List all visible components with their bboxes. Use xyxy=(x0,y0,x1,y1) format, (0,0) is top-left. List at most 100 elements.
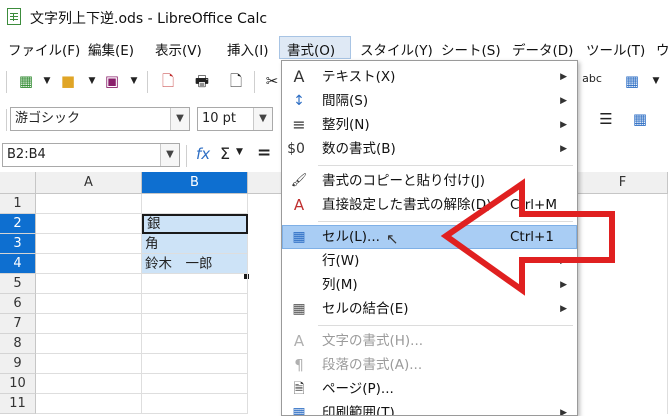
new-spreadsheet-icon[interactable]: ▦ xyxy=(16,71,36,91)
cell-b1[interactable] xyxy=(142,194,248,214)
cell-a2[interactable] xyxy=(36,214,142,234)
menu-view[interactable]: 表示(V) xyxy=(155,39,202,59)
calc-app-icon xyxy=(7,8,21,25)
row-header-5[interactable]: 5 xyxy=(0,274,36,294)
cell-b2[interactable]: 銀 xyxy=(142,214,248,234)
cell-a8[interactable] xyxy=(36,334,142,354)
font-name-value: 游ゴシック xyxy=(15,111,81,126)
row-column-icon[interactable]: ▦ xyxy=(622,71,642,91)
align-top-icon[interactable]: ☰ xyxy=(596,109,616,129)
menu-item-label: 行(W) xyxy=(322,253,360,269)
cell-b5[interactable] xyxy=(142,274,248,294)
menu-styles[interactable]: スタイル(Y) xyxy=(360,39,433,59)
menu-data[interactable]: データ(D) xyxy=(512,39,573,59)
dropdown-arrow-icon[interactable]: ▼ xyxy=(82,71,102,91)
column-header-b[interactable]: B xyxy=(142,172,248,194)
cell-a5[interactable] xyxy=(36,274,142,294)
menu-bar: ファイル(F) 編集(E) 表示(V) 挿入(I) 書式(O) スタイル(Y) … xyxy=(0,36,668,60)
save-icon[interactable]: ▣ xyxy=(102,71,122,91)
font-size-combo[interactable]: 10 pt ▼ xyxy=(197,107,273,131)
select-all-corner[interactable] xyxy=(0,172,36,194)
row-header-3[interactable]: 3 xyxy=(0,234,36,254)
spacing-icon: ↕ xyxy=(293,93,305,109)
row-header-10[interactable]: 10 xyxy=(0,374,36,394)
chevron-down-icon[interactable]: ▼ xyxy=(236,147,243,157)
menu-edit[interactable]: 編集(E) xyxy=(88,39,134,59)
cell-b6[interactable] xyxy=(142,294,248,314)
menu-file[interactable]: ファイル(F) xyxy=(8,39,80,59)
menu-item-label: 整列(N) xyxy=(322,117,370,133)
cell-b8[interactable] xyxy=(142,334,248,354)
merge-cells-icon[interactable]: ▦ xyxy=(630,109,650,129)
cell-b9[interactable] xyxy=(142,354,248,374)
name-box[interactable]: B2:B4 ▼ xyxy=(2,143,180,167)
spelling-icon[interactable]: abc xyxy=(582,69,602,89)
clear-formatting-icon: A xyxy=(293,196,305,214)
cut-icon[interactable]: ✂ xyxy=(262,71,282,91)
cell-a11[interactable] xyxy=(36,394,142,414)
menu-window[interactable]: ウ xyxy=(656,39,668,59)
menu-item-number-format[interactable]: $0 数の書式(B) ▶ xyxy=(282,137,577,161)
column-header-c[interactable] xyxy=(248,172,282,194)
cell-b4[interactable]: 鈴木 一郎 xyxy=(142,254,248,274)
dropdown-arrow-icon[interactable]: ▼ xyxy=(646,71,666,91)
row-header-6[interactable]: 6 xyxy=(0,294,36,314)
chevron-down-icon[interactable]: ▼ xyxy=(170,108,189,130)
row-header-8[interactable]: 8 xyxy=(0,334,36,354)
red-annotation-arrow xyxy=(440,178,615,296)
cell-b11[interactable] xyxy=(142,394,248,414)
character-icon: A xyxy=(293,332,305,350)
font-name-combo[interactable]: 游ゴシック ▼ xyxy=(10,107,190,131)
menu-item-spacing[interactable]: ↕ 間隔(S) ▶ xyxy=(282,89,577,113)
cell-a4[interactable] xyxy=(36,254,142,274)
submenu-arrow-icon: ▶ xyxy=(560,96,567,106)
dropdown-arrow-icon[interactable]: ▼ xyxy=(124,71,144,91)
font-size-value: 10 pt xyxy=(202,111,237,126)
menu-item-label: セル(L)... xyxy=(322,229,380,245)
menu-insert[interactable]: 挿入(I) xyxy=(227,39,269,59)
print-icon[interactable]: 🖶 xyxy=(192,71,212,91)
export-pdf-icon[interactable]: 🗋 xyxy=(158,71,178,91)
menu-item-print-range[interactable]: ▦ 印刷範囲(T) ▶ xyxy=(282,401,577,415)
menu-separator xyxy=(318,165,573,166)
cell-a1[interactable] xyxy=(36,194,142,214)
menu-tools[interactable]: ツール(T) xyxy=(586,39,645,59)
menu-sheet[interactable]: シート(S) xyxy=(441,39,501,59)
cell-a10[interactable] xyxy=(36,374,142,394)
menu-format[interactable]: 書式(O) xyxy=(287,39,335,59)
cell-b3[interactable]: 角 xyxy=(142,234,248,254)
row-header-9[interactable]: 9 xyxy=(0,354,36,374)
menu-item-align[interactable]: ≡ 整列(N) ▶ xyxy=(282,113,577,137)
dropdown-arrow-icon[interactable]: ▼ xyxy=(37,71,57,91)
menu-item-label: テキスト(X) xyxy=(322,69,396,85)
page-icon: 🗎 xyxy=(293,381,305,397)
menu-item-label: 数の書式(B) xyxy=(322,141,396,157)
cell-b10[interactable] xyxy=(142,374,248,394)
format-cells-icon: ▦ xyxy=(292,229,306,245)
menu-item-text[interactable]: A テキスト(X) ▶ xyxy=(282,65,577,89)
row-header-7[interactable]: 7 xyxy=(0,314,36,334)
cell-a3[interactable] xyxy=(36,234,142,254)
formula-equals-icon[interactable]: = xyxy=(257,143,271,163)
row-header-2[interactable]: 2 xyxy=(0,214,36,234)
chevron-down-icon[interactable]: ▼ xyxy=(253,108,272,130)
menu-item-label: ページ(P)... xyxy=(322,381,394,397)
submenu-arrow-icon: ▶ xyxy=(560,120,567,130)
cell-a6[interactable] xyxy=(36,294,142,314)
menu-item-page[interactable]: 🗎 ページ(P)... xyxy=(282,377,577,401)
function-wizard-icon[interactable]: fx xyxy=(196,145,210,163)
open-folder-icon[interactable]: ■ xyxy=(58,71,78,91)
row-header-11[interactable]: 11 xyxy=(0,394,36,414)
print-preview-icon[interactable]: 🗋 xyxy=(226,71,246,91)
column-c-cells[interactable] xyxy=(248,194,282,414)
cell-b7[interactable] xyxy=(142,314,248,334)
cell-a7[interactable] xyxy=(36,314,142,334)
column-header-a[interactable]: A xyxy=(36,172,142,194)
menu-item-character[interactable]: A 文字の書式(H)... xyxy=(282,329,577,353)
sum-icon[interactable]: Σ xyxy=(220,144,230,163)
row-header-1[interactable]: 1 xyxy=(0,194,36,214)
menu-item-paragraph[interactable]: ¶ 段落の書式(A)... xyxy=(282,353,577,377)
row-header-4[interactable]: 4 xyxy=(0,254,36,274)
cell-a9[interactable] xyxy=(36,354,142,374)
chevron-down-icon[interactable]: ▼ xyxy=(160,144,179,166)
